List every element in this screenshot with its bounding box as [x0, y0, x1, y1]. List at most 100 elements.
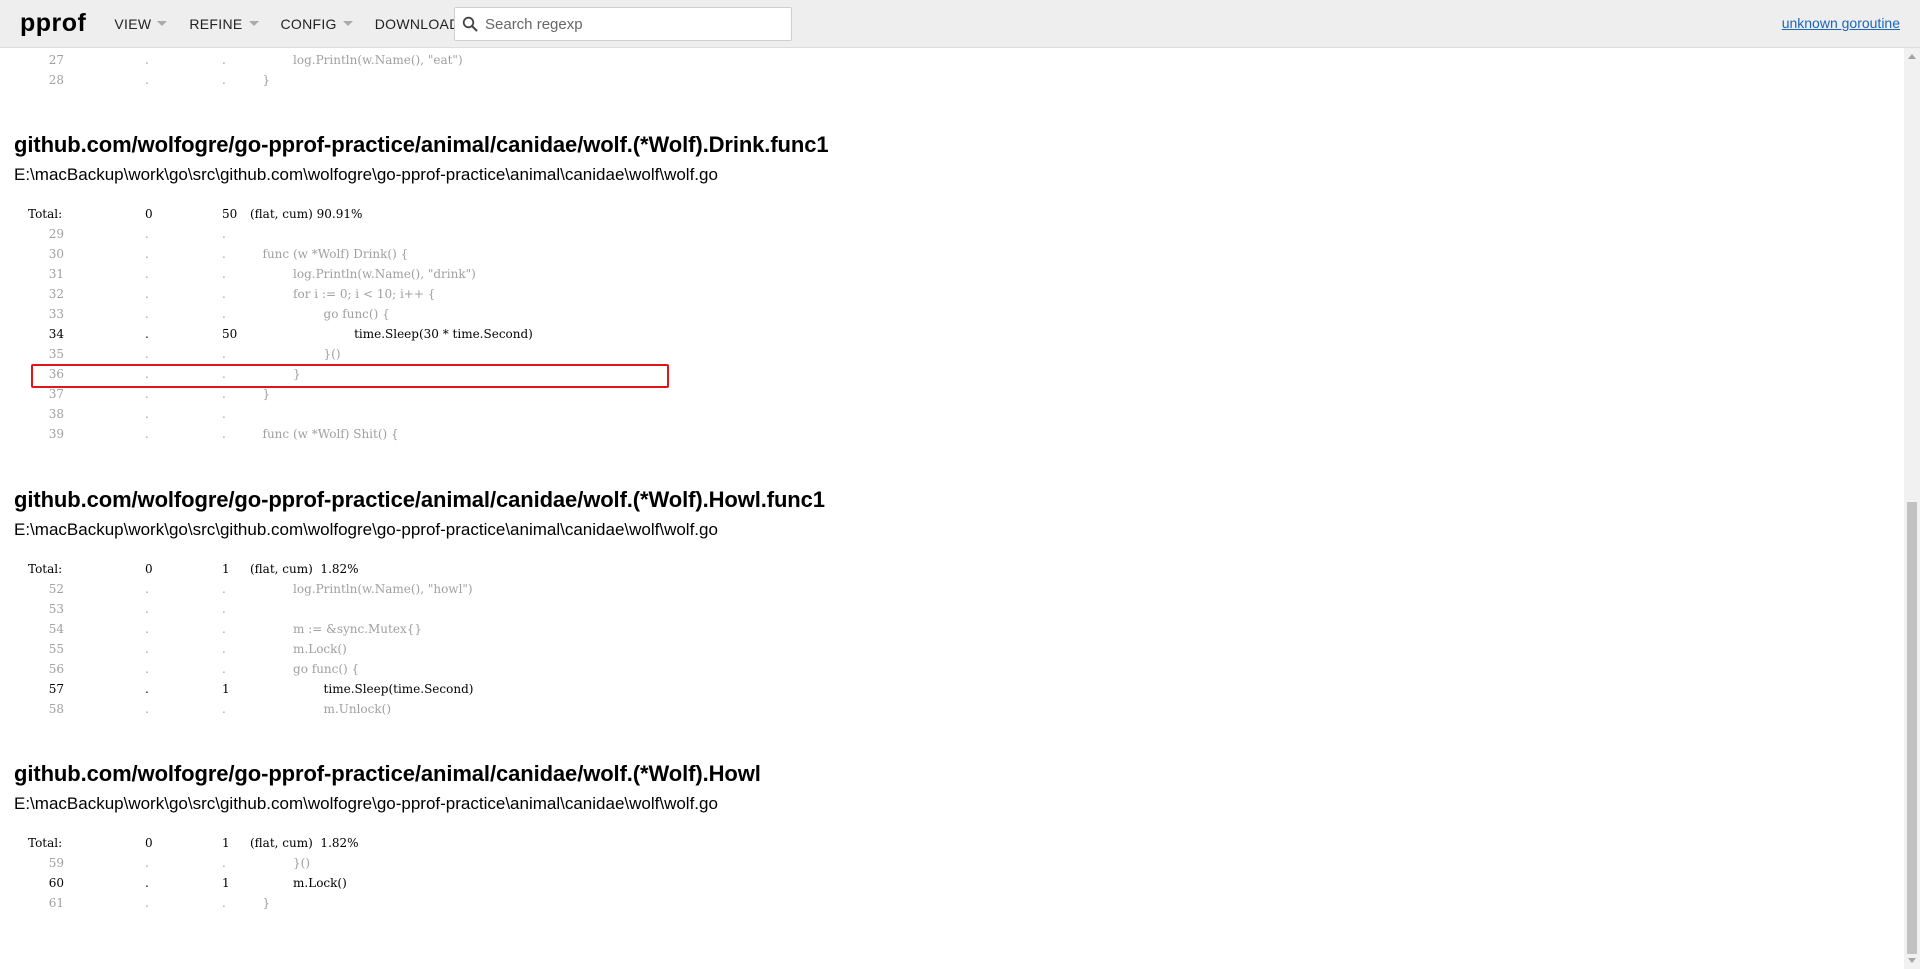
scroll-down-arrow-icon[interactable]: [1908, 958, 1916, 963]
vertical-scrollbar[interactable]: [1904, 48, 1920, 969]
line-number: 59: [48, 856, 64, 870]
cum-value: .: [222, 73, 226, 87]
line-number: 52: [48, 582, 64, 596]
menu-download[interactable]: DOWNLOAD: [375, 16, 460, 32]
line-number: 61: [48, 896, 64, 910]
cum-value: .: [222, 642, 226, 656]
flat-value: .: [145, 327, 149, 341]
menu-refine[interactable]: REFINE: [189, 16, 259, 32]
line-number: 28: [48, 73, 64, 87]
source-code: func (w *Wolf) Drink() {: [232, 247, 409, 261]
scroll-up-arrow-icon[interactable]: [1908, 54, 1916, 59]
flat-value: .: [145, 702, 149, 716]
search-box[interactable]: [454, 7, 792, 41]
total-row: Total: 0 1 (flat, cum) 1.82%: [0, 833, 1500, 853]
source-code: m := &sync.Mutex{}: [232, 622, 422, 636]
line-number: 29: [48, 227, 64, 241]
flat-value: .: [145, 856, 149, 870]
sample-type-link[interactable]: unknown goroutine: [1782, 15, 1900, 31]
flat-value: .: [145, 642, 149, 656]
source-line: 55.. m.Lock(): [0, 639, 1500, 659]
total-label: Total:: [28, 207, 63, 221]
flat-value: .: [145, 53, 149, 67]
function-file-path: E:\macBackup\work\go\src\github.com\wolf…: [14, 520, 718, 539]
source-code: }: [232, 896, 271, 910]
flat-value: 0: [145, 562, 153, 576]
flat-value: .: [145, 896, 149, 910]
cum-value: 50: [222, 207, 238, 221]
flat-value: .: [145, 582, 149, 596]
flat-value: .: [145, 307, 149, 321]
line-number: 32: [48, 287, 64, 301]
function-title: github.com/wolfogre/go-pprof-practice/an…: [14, 487, 825, 512]
highlight-annotation-box: [31, 364, 669, 388]
scrollbar-thumb[interactable]: [1907, 502, 1917, 954]
flat-value: .: [145, 227, 149, 241]
caret-down-icon: [157, 21, 168, 26]
source-code: }(): [232, 347, 341, 361]
pprof-logo[interactable]: pprof: [20, 9, 86, 38]
cum-value: 1: [222, 876, 230, 890]
source-line: 57. 1 time.Sleep(time.Second): [0, 679, 1500, 699]
function-file-path: E:\macBackup\work\go\src\github.com\wolf…: [14, 794, 718, 813]
cum-value: .: [222, 227, 226, 241]
source-code: m.Lock(): [232, 876, 347, 890]
flat-value: .: [145, 602, 149, 616]
source-line: 32.. for i := 0; i < 10; i++ {: [0, 284, 1500, 304]
cum-value: 1: [222, 836, 230, 850]
source-code: go func() {: [232, 307, 390, 321]
line-number: 27: [48, 53, 64, 67]
total-summary: (flat, cum) 1.82%: [250, 836, 359, 850]
line-number: 34: [48, 327, 64, 341]
source-line: 29..: [0, 224, 1500, 244]
total-label: Total:: [28, 836, 63, 850]
flat-value: 0: [145, 836, 153, 850]
line-number: 38: [48, 407, 64, 421]
total-row: Total: 0 1 (flat, cum) 1.82%: [0, 559, 1500, 579]
source-code: time.Sleep(30 * time.Second): [232, 327, 533, 341]
source-line: 34. 50 time.Sleep(30 * time.Second): [0, 324, 1500, 344]
total-row: Total: 0 50 (flat, cum) 90.91%: [0, 204, 1500, 224]
flat-value: .: [145, 247, 149, 261]
menu-config[interactable]: CONFIG: [281, 16, 353, 32]
total-label: Total:: [28, 562, 63, 576]
cum-value: .: [222, 287, 226, 301]
total-summary: (flat, cum) 90.91%: [250, 207, 363, 221]
source-code: log.Println(w.Name(), "eat"): [232, 53, 463, 67]
source-code: for i := 0; i < 10; i++ {: [232, 287, 436, 301]
source-line: 38..: [0, 404, 1500, 424]
source-line: 56.. go func() {: [0, 659, 1500, 679]
source-line: 39.. func (w *Wolf) Shit() {: [0, 424, 1500, 444]
cum-value: .: [222, 347, 226, 361]
menu-view[interactable]: VIEW: [114, 16, 168, 32]
menu-download-label: DOWNLOAD: [374, 15, 460, 32]
caret-down-icon: [342, 21, 353, 26]
cum-value: .: [222, 427, 226, 441]
source-code: log.Println(w.Name(), "drink"): [232, 267, 476, 281]
source-code: }: [232, 73, 271, 87]
flat-value: .: [145, 347, 149, 361]
line-number: 55: [48, 642, 64, 656]
source-listing: 27.. log.Println(w.Name(), "eat") 28.. } g…: [0, 48, 1904, 969]
function-title: github.com/wolfogre/go-pprof-practice/an…: [14, 761, 761, 786]
line-number: 35: [48, 347, 64, 361]
flat-value: 0: [145, 207, 153, 221]
source-code: m.Unlock(): [232, 702, 391, 716]
cum-value: .: [222, 267, 226, 281]
flat-value: .: [145, 287, 149, 301]
flat-value: .: [145, 407, 149, 421]
flat-value: .: [145, 267, 149, 281]
line-number: 30: [48, 247, 64, 261]
cum-value: .: [222, 407, 226, 421]
source-code: time.Sleep(time.Second): [232, 682, 474, 696]
cum-value: .: [222, 247, 226, 261]
search-input[interactable]: [485, 10, 791, 38]
source-code: m.Lock(): [232, 642, 347, 656]
top-toolbar: pprof VIEW REFINE CONFIG DOWNLOAD unknow…: [0, 0, 1920, 48]
source-line: 54.. m := &sync.Mutex{}: [0, 619, 1500, 639]
line-number: 31: [48, 267, 64, 281]
line-number: 56: [48, 662, 64, 676]
cum-value: .: [222, 662, 226, 676]
flat-value: .: [145, 622, 149, 636]
line-number: 53: [48, 602, 64, 616]
